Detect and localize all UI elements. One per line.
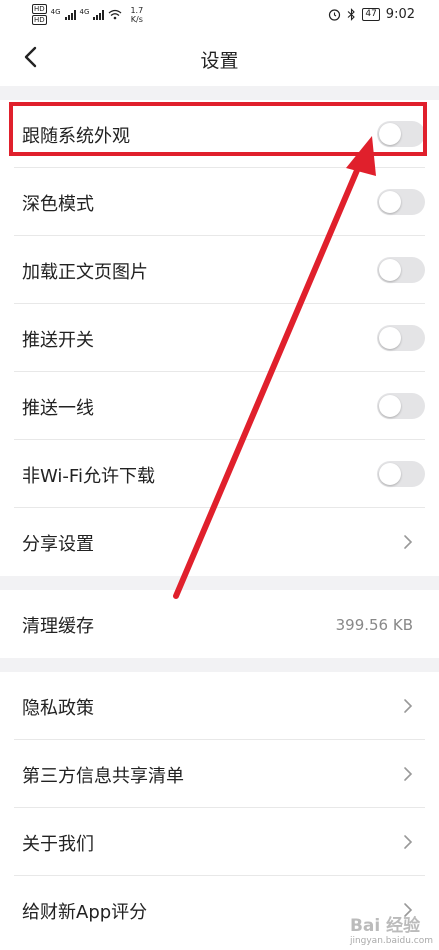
network-type: 4G — [50, 7, 61, 16]
chevron-right-icon — [404, 535, 413, 549]
setting-label: 推送开关 — [22, 330, 94, 351]
toggle-knob — [379, 191, 401, 213]
setting-row-share-settings[interactable]: 分享设置 — [0, 508, 439, 576]
section-gap — [0, 576, 439, 590]
status-right: 47 9:02 — [328, 7, 415, 22]
net-speed: 1.7 K/s — [130, 6, 143, 24]
toggle-knob — [379, 463, 401, 485]
push-switch-toggle[interactable] — [377, 325, 425, 351]
signal-bars-icon — [93, 9, 105, 20]
annotation-highlight-box — [9, 102, 427, 156]
setting-row-non-wifi-download[interactable]: 非Wi-Fi允许下载 — [0, 440, 439, 508]
section-gap — [0, 86, 439, 100]
toggle-knob — [379, 395, 401, 417]
setting-label: 加载正文页图片 — [22, 262, 148, 283]
setting-label: 关于我们 — [22, 834, 94, 855]
setting-label: 推送一线 — [22, 398, 94, 419]
non-wifi-download-toggle[interactable] — [377, 461, 425, 487]
network-type: 4G — [79, 7, 90, 16]
hd-badge: HD — [32, 4, 47, 14]
setting-row-privacy[interactable]: 隐私政策 — [0, 672, 439, 740]
setting-row-load-images[interactable]: 加载正文页图片 — [0, 236, 439, 304]
setting-row-clear-cache[interactable]: 清理缓存 399.56 KB — [0, 590, 439, 658]
setting-label: 分享设置 — [22, 534, 94, 555]
signal-bars-icon — [64, 9, 76, 20]
toggle-knob — [379, 327, 401, 349]
net-speed-value: 1.7 — [130, 5, 144, 15]
push-first-line-toggle[interactable] — [377, 393, 425, 419]
setting-label: 非Wi-Fi允许下载 — [22, 466, 155, 487]
toggle-knob — [379, 259, 401, 281]
alarm-icon — [329, 9, 341, 21]
chevron-right-icon — [404, 699, 413, 713]
watermark-brand: Bai 经验 — [349, 916, 421, 936]
setting-row-push-first-line[interactable]: 推送一线 — [0, 372, 439, 440]
hd-badge: HD — [32, 15, 47, 25]
watermark-url: jingyan.baidu.com — [349, 936, 433, 946]
status-left: HD HD 4G 4G 1.7 K/s — [32, 4, 143, 25]
setting-label: 隐私政策 — [22, 698, 94, 719]
setting-row-about[interactable]: 关于我们 — [0, 808, 439, 876]
setting-label: 深色模式 — [22, 194, 94, 215]
page-title: 设置 — [200, 50, 239, 72]
net-speed-unit: K/s — [130, 14, 143, 24]
setting-label: 给财新App评分 — [22, 902, 148, 923]
nav-header: 设置 — [0, 30, 439, 86]
setting-row-dark-mode[interactable]: 深色模式 — [0, 168, 439, 236]
wifi-icon — [109, 9, 122, 20]
bluetooth-icon — [347, 8, 356, 21]
cache-size-value: 399.56 KB — [335, 616, 413, 634]
setting-label: 第三方信息共享清单 — [22, 766, 184, 787]
load-images-toggle[interactable] — [377, 257, 425, 283]
status-bar: HD HD 4G 4G 1.7 K/s 47 9:02 — [0, 0, 439, 30]
chevron-right-icon — [404, 767, 413, 781]
battery-icon: 47 — [362, 8, 380, 21]
baidu-jingyan-watermark: Bai 经验 jingyan.baidu.com — [350, 911, 433, 946]
chevron-right-icon — [404, 835, 413, 849]
clock: 9:02 — [385, 7, 415, 22]
section-gap — [0, 658, 439, 672]
setting-row-push-switch[interactable]: 推送开关 — [0, 304, 439, 372]
setting-row-third-party[interactable]: 第三方信息共享清单 — [0, 740, 439, 808]
dark-mode-toggle[interactable] — [377, 189, 425, 215]
setting-label: 清理缓存 — [22, 616, 94, 637]
